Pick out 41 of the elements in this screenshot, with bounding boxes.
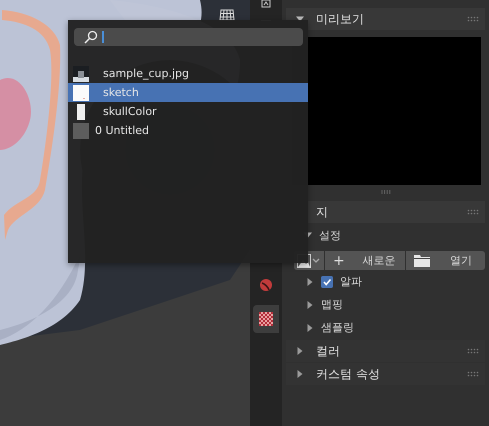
- row-label: 맵핑: [321, 297, 343, 312]
- section-title: 커스텀 속성: [316, 366, 381, 382]
- drag-handle-icon[interactable]: [467, 348, 479, 354]
- expand-arrow-icon[interactable]: [296, 370, 304, 378]
- thumbnail-icon: [73, 84, 89, 100]
- expand-arrow-icon[interactable]: [306, 278, 314, 286]
- search-icon: [84, 30, 98, 44]
- section-title: 지: [316, 204, 329, 220]
- image-list-item[interactable]: sample_cup.jpg: [68, 64, 308, 83]
- resize-handle-icon[interactable]: [380, 190, 390, 194]
- open-image-button[interactable]: 열기: [406, 251, 485, 270]
- sphere-icon: [259, 278, 273, 292]
- image-list-item[interactable]: skullColor: [68, 102, 308, 121]
- section-header[interactable]: 미리보기: [286, 8, 485, 30]
- search-field[interactable]: [74, 28, 303, 46]
- thumbnail-icon: [73, 66, 89, 82]
- image-list-item[interactable]: sketch: [68, 83, 308, 102]
- drag-handle-icon[interactable]: [467, 371, 479, 377]
- drag-handle-icon[interactable]: [467, 16, 479, 22]
- subpanel-row[interactable]: 샘플링: [286, 316, 485, 339]
- collapse-arrow-icon[interactable]: [296, 15, 304, 23]
- expand-arrow-icon[interactable]: [296, 347, 304, 355]
- section-title: 미리보기: [316, 10, 365, 28]
- subsection-title: 설정: [319, 228, 341, 242]
- section-title: 컬러: [316, 342, 341, 360]
- thumbnail-icon: [73, 122, 89, 138]
- grid-icon[interactable]: [219, 8, 235, 22]
- subpanel-row[interactable]: 알파: [286, 270, 485, 293]
- row-label: 샘플링: [321, 320, 354, 335]
- image-list-item[interactable]: 0 Untitled: [68, 121, 308, 140]
- checker-icon: [259, 312, 273, 326]
- subpanel-row[interactable]: 맵핑: [286, 293, 485, 316]
- expand-arrow-icon[interactable]: [306, 300, 314, 308]
- tool-icon[interactable]: [261, 0, 271, 8]
- expand-arrow-icon[interactable]: [306, 324, 314, 332]
- checkbox[interactable]: [321, 276, 333, 288]
- texture-tab[interactable]: [253, 305, 279, 333]
- row-label: 알파: [340, 274, 362, 289]
- folder-icon: [414, 254, 430, 266]
- drag-handle-icon[interactable]: [467, 209, 479, 215]
- new-image-button[interactable]: + 새로운: [325, 251, 405, 270]
